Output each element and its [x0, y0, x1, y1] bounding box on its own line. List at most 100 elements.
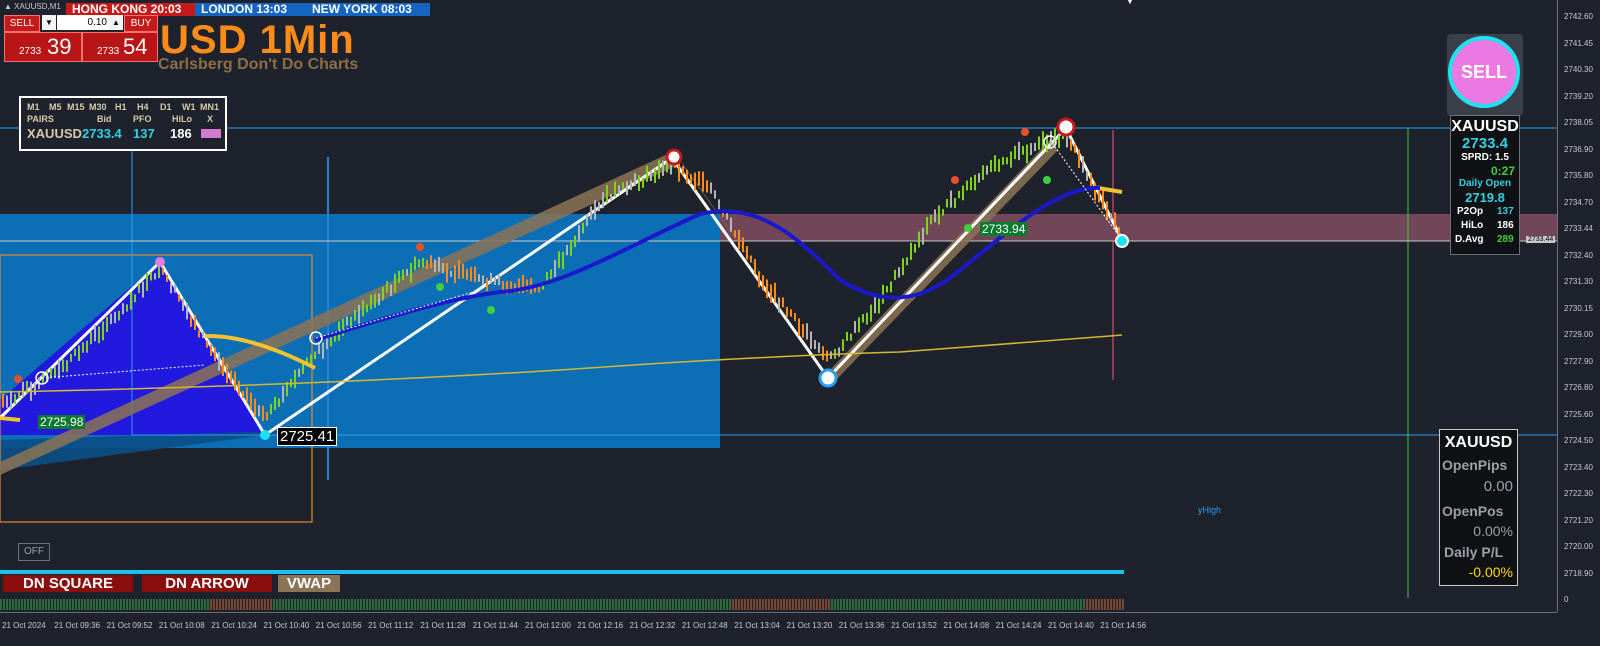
candle [610, 194, 612, 200]
scroll-marker-icon[interactable]: ▼ [1125, 0, 1135, 7]
heat-cell [633, 599, 635, 610]
col-pfo: PFO [133, 114, 152, 124]
heat-cell [132, 599, 134, 610]
heat-cell [795, 599, 797, 610]
candle [138, 283, 140, 293]
heat-cell [813, 599, 815, 610]
price-tick: 2725.60 [1564, 410, 1593, 419]
heat-cell [336, 599, 338, 610]
col-pairs: PAIRS [27, 114, 54, 124]
heat-cell [186, 599, 188, 610]
tf-d1[interactable]: D1 [160, 102, 172, 112]
heat-cell [648, 599, 650, 610]
bid-price-button[interactable]: 2733 39 [4, 32, 82, 62]
buy-button[interactable]: BUY [124, 15, 158, 32]
candle [882, 285, 884, 304]
bid-small: 2733 [19, 46, 41, 57]
pair-x-swatch[interactable] [201, 129, 221, 138]
chart-area[interactable]: 2725.98 2725.41 2733.94 yHigh [0, 0, 1557, 612]
tf-m15[interactable]: M15 [67, 102, 85, 112]
time-tick: 21 Oct 12:00 [525, 621, 571, 630]
heat-cell [576, 599, 578, 610]
heat-cell [651, 599, 653, 610]
heat-cell [822, 599, 824, 610]
candle [1106, 201, 1108, 220]
candle [686, 170, 688, 184]
heat-cell [789, 599, 791, 610]
heat-cell [807, 599, 809, 610]
time-axis[interactable]: 21 Oct 202421 Oct 09:3621 Oct 09:5221 Oc… [0, 612, 1557, 646]
open-pos-label: OpenPos [1442, 503, 1503, 519]
lot-size-input[interactable]: 0.10 [57, 15, 109, 30]
collapse-icon[interactable]: ▲ [4, 2, 14, 11]
heat-cell [438, 599, 440, 610]
heat-cell [537, 599, 539, 610]
price-chart[interactable] [0, 0, 1557, 612]
heat-cell [717, 599, 719, 610]
heat-cell [873, 599, 875, 610]
current-marker [1116, 235, 1128, 247]
heat-cell [933, 599, 935, 610]
heat-cell [300, 599, 302, 610]
lot-dropdown-icon[interactable]: ▼ [42, 15, 56, 30]
off-button[interactable]: OFF [18, 543, 50, 561]
heat-cell [492, 599, 494, 610]
candle [590, 206, 592, 219]
heat-cell [642, 599, 644, 610]
tf-m5[interactable]: M5 [49, 102, 62, 112]
tf-mn1[interactable]: MN1 [200, 102, 219, 112]
candle [498, 275, 500, 286]
heat-cell [1119, 599, 1121, 610]
candle [682, 166, 684, 175]
candle [62, 360, 64, 373]
candle [754, 259, 756, 274]
heat-cell [840, 599, 842, 610]
candle [494, 277, 496, 285]
heat-cell [819, 599, 821, 610]
heat-cell [1089, 599, 1091, 610]
candle [1078, 150, 1080, 168]
vwap-button[interactable]: VWAP [278, 575, 340, 592]
heat-cell [705, 599, 707, 610]
heat-cell [558, 599, 560, 610]
heat-cell [786, 599, 788, 610]
heat-cell [153, 599, 155, 610]
heat-cell [885, 599, 887, 610]
heat-cell [330, 599, 332, 610]
heat-cell [381, 599, 383, 610]
lot-up-icon[interactable]: ▲ [109, 15, 123, 30]
heat-cell [333, 599, 335, 610]
heat-cell [606, 599, 608, 610]
candle [950, 191, 952, 208]
tf-m30[interactable]: M30 [89, 102, 107, 112]
heat-cell [699, 599, 701, 610]
tf-m1[interactable]: M1 [27, 102, 40, 112]
candle [230, 371, 232, 384]
candle [906, 257, 908, 265]
heat-cell [1104, 599, 1106, 610]
tf-h1[interactable]: H1 [115, 102, 127, 112]
candle [786, 307, 788, 317]
heat-cell [849, 599, 851, 610]
dn-square-button[interactable]: DN SQUARE [3, 575, 133, 592]
heat-cell [708, 599, 710, 610]
dn-arrow-button[interactable]: DN ARROW [142, 575, 272, 592]
heat-cell [486, 599, 488, 610]
sell-signal-badge: SELL [1448, 36, 1520, 108]
candle [974, 175, 976, 190]
time-tick: 21 Oct 11:28 [420, 621, 465, 630]
tf-h4[interactable]: H4 [137, 102, 149, 112]
col-bid: Bid [97, 114, 112, 124]
heat-cell [357, 599, 359, 610]
ask-price-button[interactable]: 2733 54 [82, 32, 158, 62]
price-axis[interactable]: 2742.602741.452740.302739.202738.052736.… [1557, 0, 1600, 612]
candle [750, 256, 752, 263]
candle [966, 181, 968, 191]
heat-cell [948, 599, 950, 610]
sell-button[interactable]: SELL [4, 15, 40, 32]
tf-w1[interactable]: W1 [182, 102, 196, 112]
heat-cell [261, 599, 263, 610]
heat-cell [210, 599, 212, 610]
info-hilo-label: HiLo [1461, 220, 1483, 231]
candle [406, 269, 408, 276]
